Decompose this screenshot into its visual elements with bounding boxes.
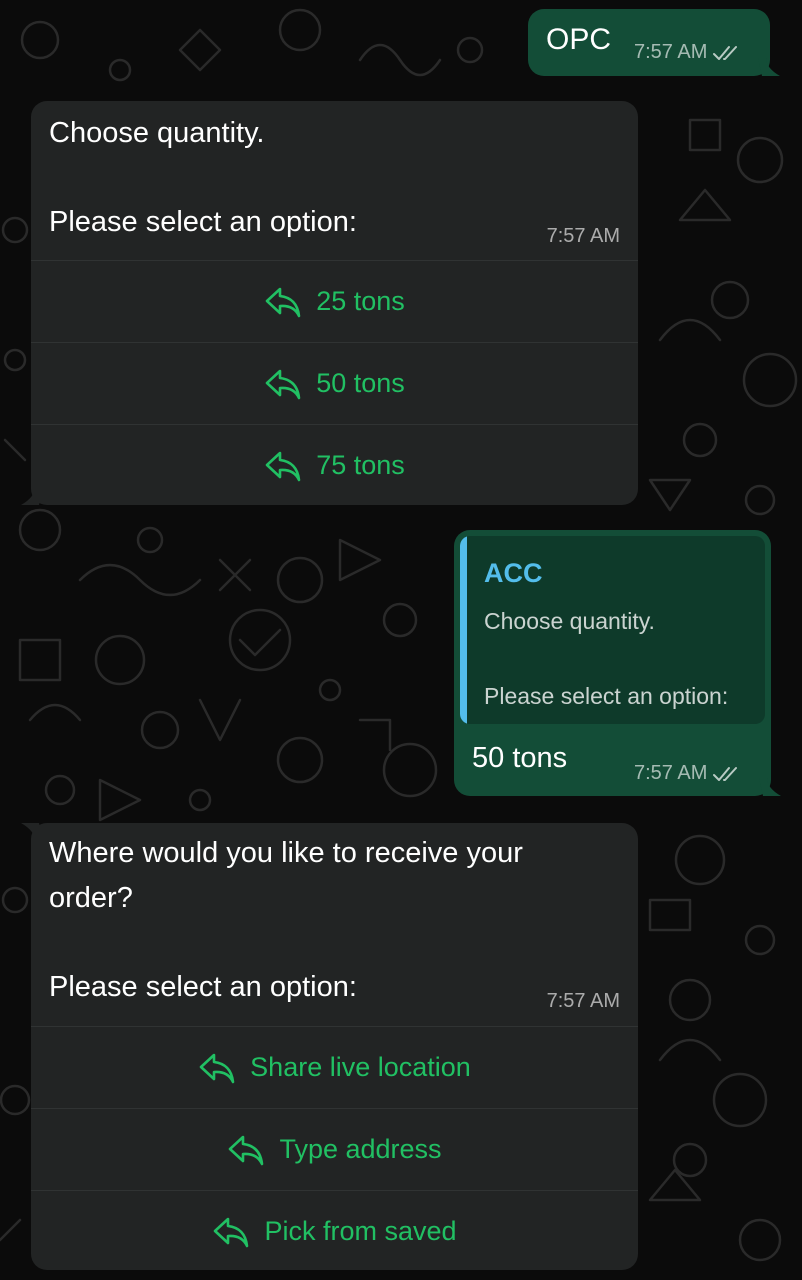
bubble-tail-icon xyxy=(21,823,43,841)
reply-icon xyxy=(265,369,301,399)
option-label: 75 tons xyxy=(316,450,405,480)
option-share-live-location-button[interactable]: Share live location xyxy=(31,1026,638,1108)
message-text: 50 tons xyxy=(472,742,568,774)
message-text-line: Choose quantity. xyxy=(49,117,265,149)
message-time: 7:57 AM xyxy=(546,990,620,1012)
message-time: 7:57 AM xyxy=(634,762,708,784)
message-incoming-quantity: Choose quantity. Please select an option… xyxy=(21,101,638,506)
option-25-tons-button[interactable]: 25 tons xyxy=(31,260,638,342)
message-text-line: Where would you like to receive your xyxy=(49,837,523,869)
reply-icon xyxy=(229,1135,264,1165)
option-label: Share live location xyxy=(250,1052,471,1082)
quote-sender: ACC xyxy=(484,558,543,588)
option-label: Pick from saved xyxy=(264,1216,457,1246)
reply-icon xyxy=(214,1217,249,1247)
quote-text-line: Please select an option: xyxy=(484,683,729,709)
reply-icon xyxy=(265,451,301,481)
reply-icon xyxy=(199,1053,235,1083)
quote-text-line: Choose quantity. xyxy=(484,608,655,634)
message-outgoing-reply[interactable]: ACC Choose quantity. Please select an op… xyxy=(454,530,781,796)
option-type-address-button[interactable]: Type address xyxy=(31,1108,638,1190)
message-time: 7:57 AM xyxy=(634,41,708,63)
reply-icon xyxy=(265,287,301,317)
message-outgoing-opc[interactable]: OPC 7:57 AM xyxy=(528,9,780,76)
message-time: 7:57 AM xyxy=(546,225,620,247)
message-text: OPC xyxy=(546,23,612,56)
option-50-tons-button[interactable]: 50 tons xyxy=(31,342,638,424)
option-label: Type address xyxy=(279,1134,442,1164)
message-incoming-delivery: Where would you like to receive your ord… xyxy=(21,823,638,1272)
message-text-line: Please select an option: xyxy=(49,206,357,238)
bubble-tail-icon xyxy=(758,58,780,76)
read-double-tick-icon xyxy=(713,766,738,781)
quick-reply-options: 25 tons 50 tons 75 tons xyxy=(31,260,638,506)
bubble-tail-icon xyxy=(759,778,781,796)
option-label: 50 tons xyxy=(316,368,405,398)
message-text-line: order? xyxy=(49,882,133,914)
option-pick-from-saved-button[interactable]: Pick from saved xyxy=(31,1190,638,1272)
option-label: 25 tons xyxy=(316,286,405,316)
read-double-tick-icon xyxy=(713,45,738,60)
quick-reply-options: Share live location Type address Pick fr… xyxy=(31,1026,638,1272)
quote-accent-bar xyxy=(460,536,467,724)
message-text-line: Please select an option: xyxy=(49,971,357,1003)
quoted-message[interactable]: ACC Choose quantity. Please select an op… xyxy=(460,536,765,724)
option-75-tons-button[interactable]: 75 tons xyxy=(31,424,638,506)
